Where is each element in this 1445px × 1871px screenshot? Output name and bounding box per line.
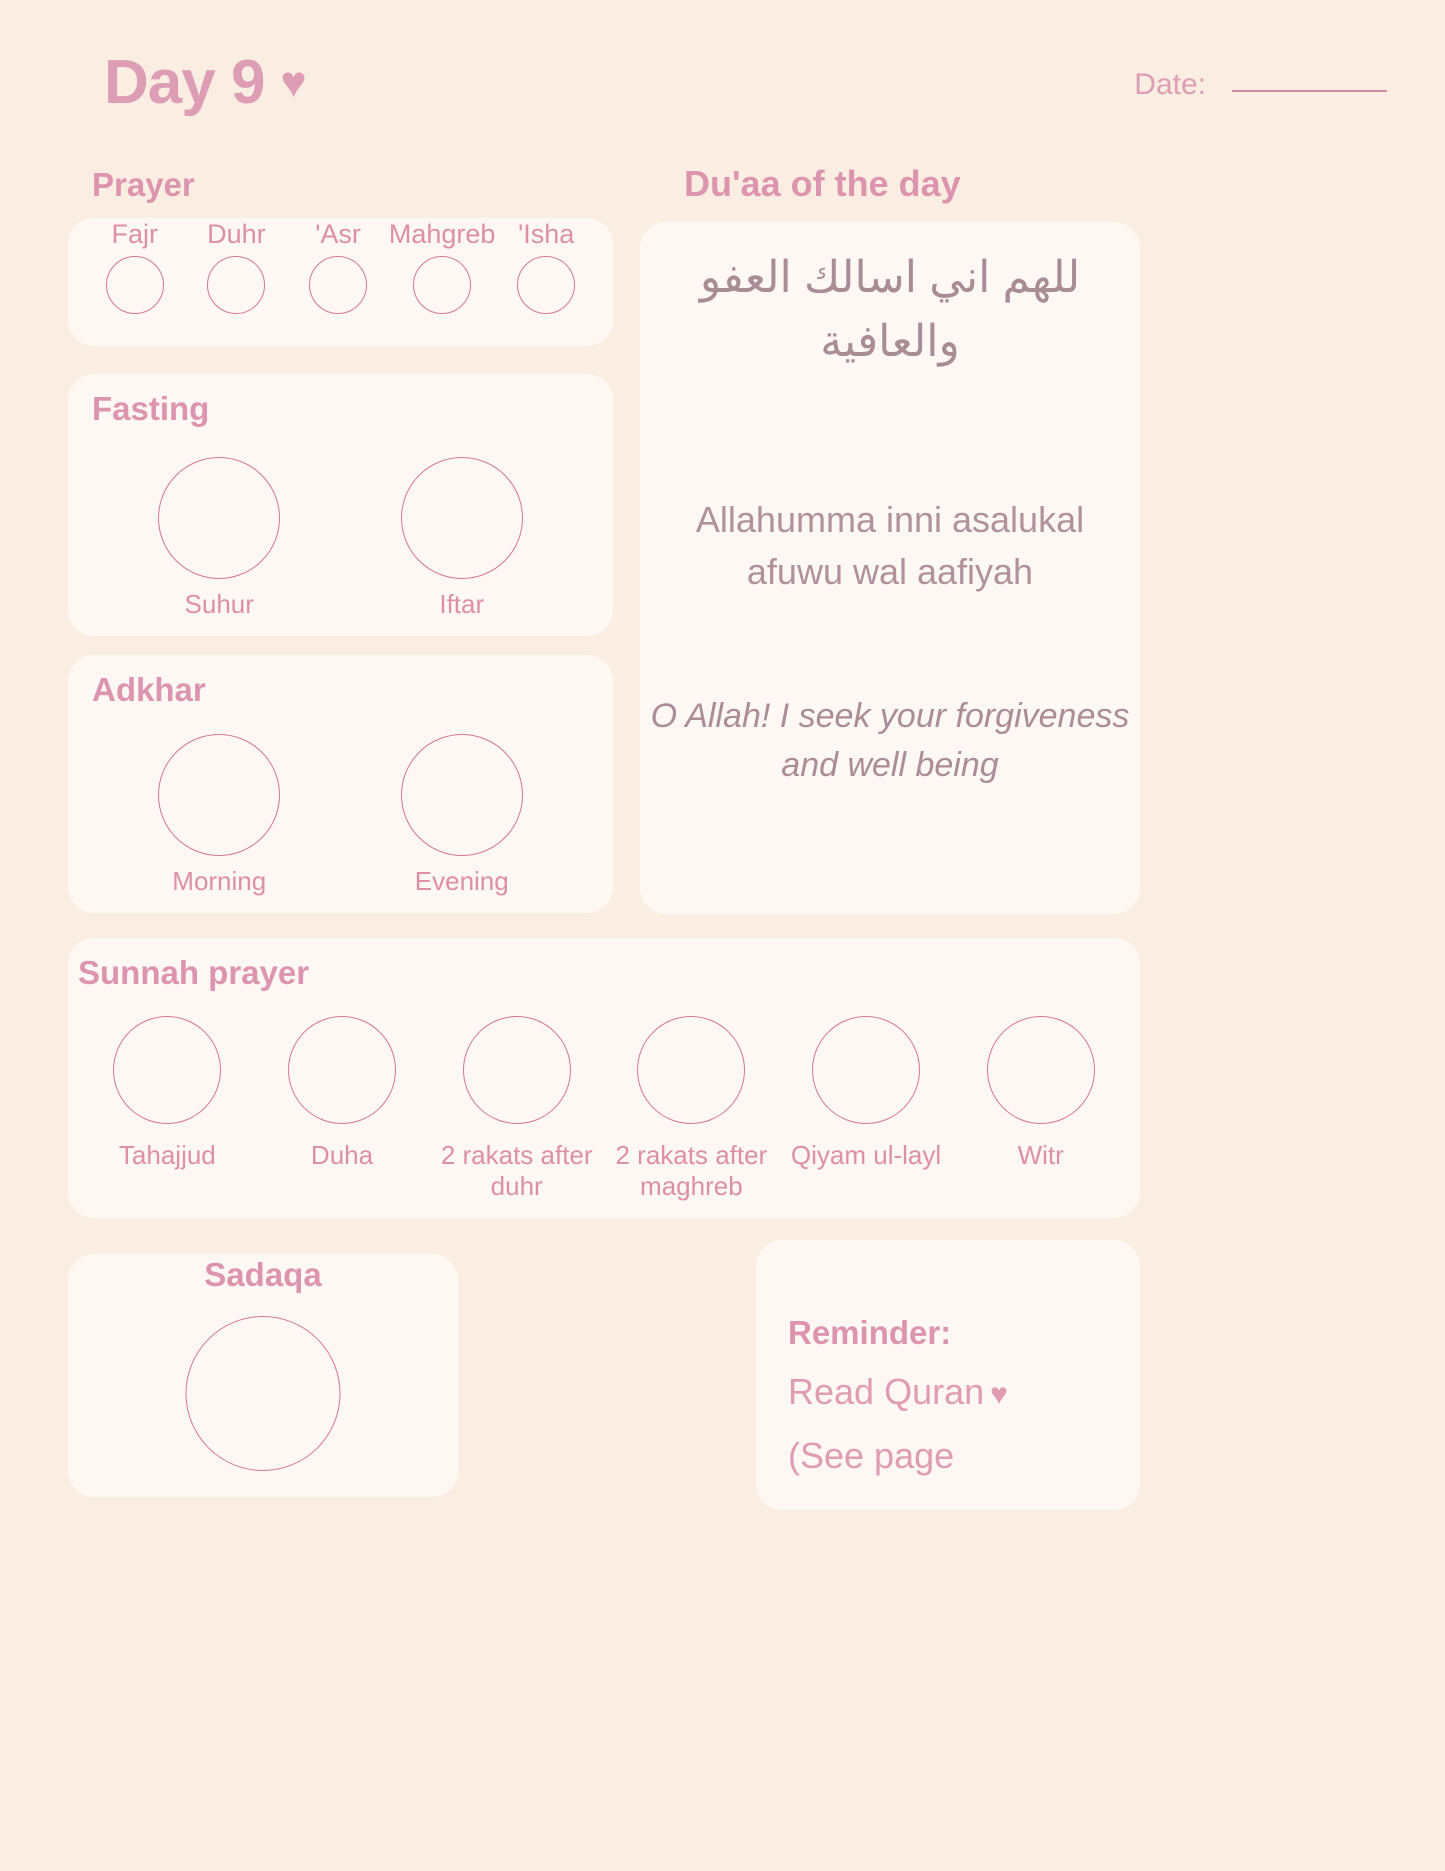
duaa-card: للهم اني اسالك العفو والعافية Allahumma … — [640, 222, 1140, 914]
heart-icon: ♥ — [990, 1378, 1008, 1411]
sunnah-label: Tahajjud — [118, 1140, 216, 1170]
prayer-checkbox-circle[interactable] — [309, 256, 368, 315]
reminder-heading: Reminder: — [788, 1314, 952, 1351]
prayer-item-asr[interactable]: 'Asr — [287, 218, 389, 315]
prayer-checkbox-circle[interactable] — [105, 256, 164, 315]
adkhar-section-title: Adkhar — [92, 671, 206, 708]
prayer-checkbox-circle[interactable] — [207, 256, 266, 315]
prayer-item-fajr[interactable]: Fajr — [84, 218, 186, 315]
date-field[interactable]: Date: — [1134, 68, 1387, 102]
prayer-item-mahgreb[interactable]: Mahgreb — [388, 218, 496, 315]
duaa-translation-text: O Allah! I seek your forgiveness and wel… — [650, 697, 1130, 785]
page-header: Day 9 ♥ Date: — [0, 30, 1445, 120]
reminder-card: Reminder: Read Quran ♥ (See page — [756, 1240, 1140, 1510]
date-input-line[interactable] — [1232, 90, 1387, 92]
prayer-label: Duhr — [207, 219, 266, 249]
duaa-transliteration-text: Allahumma inni asalukal afuwu wal aafiya… — [695, 499, 1085, 593]
duaa-arabic-text: للهم اني اسالك العفو والعافية — [699, 253, 1081, 366]
sunnah-checkbox-circle[interactable] — [986, 1016, 1095, 1124]
sunnah-item-qiyam-ul-layl[interactable]: Qiyam ul-layl — [779, 1016, 954, 1202]
reminder-line-1-text: Read Quran — [788, 1371, 985, 1412]
day-title-text: Day 9 — [104, 48, 265, 117]
fasting-label: Iftar — [439, 588, 485, 619]
adkhar-checkbox-row: Morning Evening — [68, 733, 613, 897]
prayer-item-isha[interactable]: 'Isha — [495, 218, 597, 315]
sunnah-checkbox-circle[interactable] — [812, 1016, 921, 1124]
sunnah-label: 2 rakats after duhr — [440, 1140, 593, 1202]
reminder-line-1: Read Quran ♥ — [788, 1372, 1008, 1412]
sunnah-label: Qiyam ul-layl — [790, 1140, 942, 1170]
prayer-item-duhr[interactable]: Duhr — [186, 218, 288, 315]
sunnah-item-duha[interactable]: Duha — [255, 1016, 430, 1202]
prayer-checkbox-circle[interactable] — [413, 256, 472, 315]
duaa-section-title: Du'aa of the day — [684, 163, 961, 204]
sunnah-checkbox-circle[interactable] — [288, 1016, 396, 1124]
fasting-checkbox-row: Suhur Iftar — [68, 456, 613, 620]
prayer-label: Mahgreb — [388, 219, 496, 249]
reminder-line-2: (See page — [788, 1435, 955, 1476]
prayer-label: 'Isha — [518, 219, 575, 249]
sunnah-item-2-rakats-after-maghreb[interactable]: 2 rakats after maghreb — [604, 1016, 779, 1202]
heart-icon: ♥ — [280, 58, 306, 107]
adkhar-checkbox-circle[interactable] — [400, 733, 523, 856]
sadaqa-checkbox-circle[interactable] — [185, 1316, 341, 1471]
sunnah-checkbox-circle[interactable] — [462, 1016, 571, 1124]
sunnah-label: Witr — [1017, 1140, 1064, 1170]
sunnah-item-witr[interactable]: Witr — [953, 1016, 1128, 1202]
sunnah-item-tahajjud[interactable]: Tahajjud — [80, 1016, 255, 1202]
sunnah-checkbox-circle[interactable] — [113, 1016, 222, 1124]
prayer-label: Fajr — [111, 219, 159, 249]
sunnah-item-2-rakats-after-duhr[interactable]: 2 rakats after duhr — [429, 1016, 604, 1202]
prayer-label: 'Asr — [315, 219, 361, 249]
sunnah-label: 2 rakats after maghreb — [615, 1140, 768, 1202]
fasting-item-iftar[interactable]: Iftar — [341, 456, 584, 620]
sunnah-checkbox-circle[interactable] — [637, 1016, 746, 1124]
prayer-section-title: Prayer — [92, 166, 195, 203]
adkhar-item-morning[interactable]: Morning — [98, 733, 341, 897]
adkhar-checkbox-circle[interactable] — [158, 733, 281, 856]
adkhar-label: Morning — [172, 865, 267, 896]
prayer-checkbox-row: Fajr Duhr 'Asr Mahgreb 'Isha — [68, 218, 613, 315]
adkhar-label: Evening — [414, 865, 509, 896]
fasting-checkbox-circle[interactable] — [400, 456, 523, 579]
sunnah-checkbox-row: Tahajjud Duha 2 rakats after duhr 2 raka… — [80, 1016, 1128, 1202]
sunnah-section-title: Sunnah prayer — [78, 954, 310, 991]
fasting-checkbox-circle[interactable] — [158, 456, 281, 579]
fasting-label: Suhur — [184, 588, 254, 619]
sunnah-label: Duha — [310, 1140, 374, 1170]
date-label: Date: — [1134, 68, 1206, 101]
sadaqa-section-title: Sadaqa — [204, 1256, 322, 1293]
ramadan-daily-tracker-page: Day 9 ♥ Date: Prayer Fajr Duhr 'Asr Mahgr… — [0, 0, 1445, 1871]
fasting-section-title: Fasting — [92, 390, 210, 427]
fasting-item-suhur[interactable]: Suhur — [98, 456, 341, 620]
prayer-checkbox-circle[interactable] — [517, 256, 576, 315]
page-title: Day 9 ♥ — [104, 52, 307, 114]
prayer-card: Fajr Duhr 'Asr Mahgreb 'Isha — [68, 218, 613, 346]
adkhar-item-evening[interactable]: Evening — [341, 733, 584, 897]
